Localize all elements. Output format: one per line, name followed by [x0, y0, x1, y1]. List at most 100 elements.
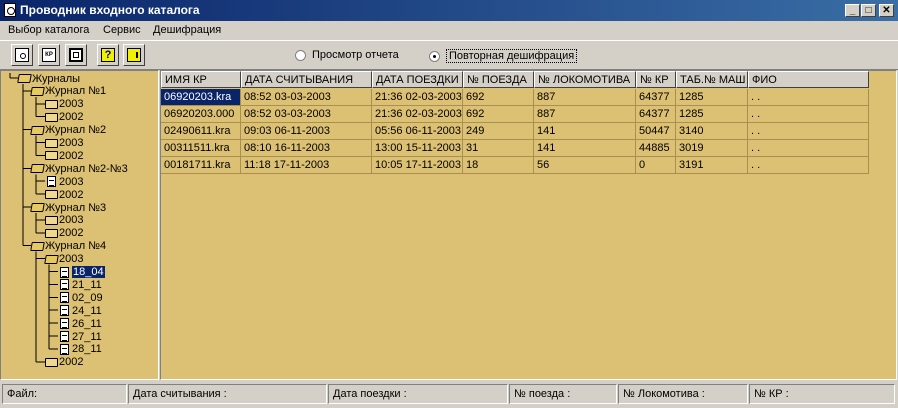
table-cell[interactable]: 64377 — [636, 89, 676, 106]
tree-node[interactable]: Журнал №1 — [30, 85, 106, 98]
table-cell[interactable]: 56 — [534, 157, 636, 174]
table-cell[interactable]: 05:56 06-11-2003 — [372, 123, 463, 140]
table-cell[interactable]: 06920203.000 — [161, 106, 241, 123]
kp-button[interactable]: КР — [38, 44, 60, 66]
tree-node[interactable]: 2002 — [45, 111, 83, 124]
table-cell[interactable]: . . — [748, 106, 869, 123]
column-header[interactable]: № ПОЕЗДА — [463, 71, 534, 88]
table-cell[interactable]: 09:03 06-11-2003 — [241, 123, 372, 140]
radio-redecrypt[interactable]: Повторная дешифрация — [429, 49, 578, 63]
table-cell[interactable]: 887 — [534, 106, 636, 123]
table-cell[interactable]: 3140 — [676, 123, 748, 140]
table-row[interactable]: 00311511.kra 08:10 16-11-2003 13:00 15-11-… — [161, 140, 869, 157]
column-header[interactable]: № КР — [636, 71, 676, 88]
table-cell[interactable]: 02490611.kra — [161, 123, 241, 140]
table-row[interactable]: 00181711.kra 11:18 17-11-2003 10:05 17-11-… — [161, 157, 869, 174]
table-row[interactable]: 02490611.kra 09:03 06-11-2003 05:56 06-11-… — [161, 123, 869, 140]
table-cell[interactable]: 21:36 02-03-2003 — [372, 89, 463, 106]
tree-node[interactable]: Журнал №2 — [30, 124, 106, 137]
column-header[interactable]: ТАБ.№ МАШ — [676, 71, 748, 88]
table-row[interactable]: 06920203.kra 08:52 03-03-2003 21:36 02-03-… — [161, 89, 869, 106]
table-cell[interactable]: 3019 — [676, 140, 748, 157]
table-cell[interactable]: 00311511.kra — [161, 140, 241, 157]
help-button[interactable]: ? — [97, 44, 119, 66]
exit-button[interactable] — [123, 44, 145, 66]
tree-node[interactable]: Журналы — [17, 72, 80, 85]
device-button[interactable] — [65, 44, 87, 66]
folder-open-icon — [30, 125, 45, 135]
column-header[interactable]: ИМЯ КР — [161, 71, 241, 88]
table-cell[interactable]: 3191 — [676, 157, 748, 174]
tree-node[interactable]: 24_11 — [58, 304, 102, 317]
tree-node[interactable]: 2003 — [45, 214, 83, 227]
tree-node[interactable]: 2002 — [45, 356, 83, 369]
table-cell[interactable]: . . — [748, 140, 869, 157]
preview-button[interactable] — [11, 44, 33, 66]
tree-node[interactable]: 02_09 — [58, 291, 103, 304]
minimize-button[interactable]: _ — [845, 4, 860, 17]
tree-node[interactable]: 2002 — [45, 227, 83, 240]
column-header[interactable]: ДАТА СЧИТЫВАНИЯ — [241, 71, 372, 88]
menu-decryption[interactable]: Дешифрация — [153, 24, 221, 36]
tree-node-label: 21_11 — [72, 278, 102, 291]
table-cell[interactable]: 1285 — [676, 89, 748, 106]
table-cell[interactable]: 21:36 02-03-2003 — [372, 106, 463, 123]
tree-node[interactable]: 28_11 — [58, 343, 102, 356]
files-grid[interactable]: ИМЯ КР ДАТА СЧИТЫВАНИЯ ДАТА ПОЕЗДКИ № ПОЕЗД… — [160, 70, 897, 380]
table-cell[interactable]: 692 — [463, 89, 534, 106]
table-cell[interactable]: 00181711.kra — [161, 157, 241, 174]
menu-catalog[interactable]: Выбор каталога — [8, 24, 89, 36]
table-cell[interactable]: 141 — [534, 123, 636, 140]
radio-view-report-dot[interactable] — [295, 49, 306, 61]
table-cell[interactable]: 64377 — [636, 106, 676, 123]
table-cell[interactable]: 31 — [463, 140, 534, 157]
tree-node[interactable]: 27_11 — [58, 330, 102, 343]
folder-icon — [45, 228, 58, 238]
table-cell[interactable]: 10:05 17-11-2003 — [372, 157, 463, 174]
table-cell[interactable]: 06920203.kra — [161, 89, 241, 106]
table-cell[interactable]: 887 — [534, 89, 636, 106]
table-cell[interactable]: 50447 — [636, 123, 676, 140]
table-cell[interactable]: 249 — [463, 123, 534, 140]
table-cell[interactable]: . . — [748, 123, 869, 140]
table-cell[interactable]: 692 — [463, 106, 534, 123]
tree-node[interactable]: 26_11 — [58, 317, 102, 330]
folder-icon — [45, 151, 58, 161]
column-header[interactable]: № ЛОКОМОТИВА — [534, 71, 636, 88]
maximize-button[interactable]: □ — [861, 4, 876, 17]
table-cell[interactable]: . . — [748, 89, 869, 106]
close-button[interactable]: ✕ — [879, 4, 894, 17]
tree-node[interactable]: Журнал №4 — [30, 240, 106, 253]
table-cell[interactable]: 18 — [463, 157, 534, 174]
tree-node[interactable]: 2003 — [45, 175, 83, 188]
table-cell[interactable]: 11:18 17-11-2003 — [241, 157, 372, 174]
tree-node[interactable]: Журнал №3 — [30, 201, 106, 214]
radio-view-report[interactable]: Просмотр отчета — [295, 49, 399, 61]
table-cell[interactable]: 08:52 03-03-2003 — [241, 106, 372, 123]
table-cell[interactable]: 44885 — [636, 140, 676, 157]
folder-icon — [45, 99, 58, 109]
table-cell[interactable]: 1285 — [676, 106, 748, 123]
tree-node[interactable]: 2002 — [45, 149, 83, 162]
table-cell[interactable]: 13:00 15-11-2003 — [372, 140, 463, 157]
catalog-tree[interactable]: Журналы Журнал №1 2003 2002 Журнал №2 2003 200… — [0, 70, 159, 380]
folder-open-icon — [17, 74, 32, 83]
radio-redecrypt-dot[interactable] — [429, 50, 440, 62]
radio-view-report-label: Просмотр отчета — [312, 49, 399, 61]
column-header[interactable]: ФИО — [748, 71, 869, 88]
table-row[interactable]: 06920203.000 08:52 03-03-2003 21:36 02-03-… — [161, 106, 869, 123]
menu-service[interactable]: Сервис — [103, 24, 141, 36]
table-cell[interactable]: 0 — [636, 157, 676, 174]
tree-node[interactable]: 18_04 — [58, 266, 105, 279]
column-header[interactable]: ДАТА ПОЕЗДКИ — [372, 71, 463, 88]
tree-node[interactable]: 2003 — [45, 137, 83, 150]
table-cell[interactable]: 141 — [534, 140, 636, 157]
table-cell[interactable]: 08:10 16-11-2003 — [241, 140, 372, 157]
table-cell[interactable]: 08:52 03-03-2003 — [241, 89, 372, 106]
tree-node[interactable]: 21_11 — [58, 278, 102, 291]
tree-node[interactable]: 2003 — [44, 253, 83, 266]
table-cell[interactable]: . . — [748, 157, 869, 174]
tree-node[interactable]: Журнал №2-№3 — [30, 162, 128, 175]
tree-node[interactable]: 2002 — [45, 188, 83, 201]
tree-node[interactable]: 2003 — [45, 98, 83, 111]
